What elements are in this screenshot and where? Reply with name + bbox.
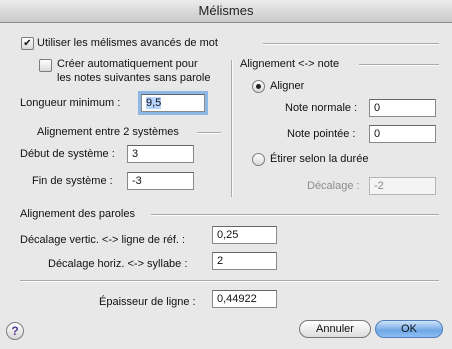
horizontal-offset-input[interactable]: 2 — [212, 252, 277, 270]
align-radio-label: Aligner — [270, 80, 305, 92]
normal-note-input[interactable]: 0 — [369, 99, 436, 117]
line-thickness-input[interactable]: 0,44922 — [212, 290, 277, 308]
cancel-button[interactable]: Annuler — [299, 320, 371, 338]
stretch-radio[interactable] — [252, 153, 265, 166]
min-length-input[interactable]: 9,5 — [138, 91, 208, 115]
advanced-melismas-checkbox[interactable]: ✔ — [21, 37, 34, 50]
help-button[interactable]: ? — [6, 322, 24, 340]
horizontal-offset-label: Décalage horiz. <-> syllabe : — [48, 258, 188, 270]
auto-create-checkbox[interactable] — [39, 59, 52, 72]
normal-note-label: Note normale : — [285, 102, 358, 114]
advanced-melismas-label: Utiliser les mélismes avancés de mot — [37, 37, 218, 49]
system-end-input[interactable]: -3 — [127, 172, 194, 190]
dotted-note-input[interactable]: 0 — [369, 125, 436, 143]
vertical-offset-input[interactable]: 0,25 — [212, 226, 277, 244]
system-start-input[interactable]: 3 — [127, 145, 194, 163]
systems-heading: Alignement entre 2 systèmes — [37, 126, 179, 138]
line-thickness-label: Épaisseur de ligne : — [99, 296, 196, 308]
separator-top — [263, 43, 439, 45]
ok-button[interactable]: OK — [375, 320, 443, 338]
note-align-heading: Alignement <-> note — [240, 58, 340, 70]
align-radio[interactable] — [252, 80, 265, 93]
auto-create-label-line1: Créer automatiquement pour — [57, 58, 198, 70]
auto-create-label-line2: les notes suivantes sans parole — [57, 72, 211, 84]
lyrics-heading: Alignement des paroles — [20, 208, 135, 220]
system-end-label: Fin de système : — [32, 175, 113, 187]
offset-input[interactable]: -2 — [369, 177, 436, 195]
note-align-separator — [359, 64, 439, 66]
min-length-value: 9,5 — [146, 97, 162, 109]
vertical-divider — [231, 60, 233, 197]
dotted-note-label: Note pointée : — [287, 128, 356, 140]
separator-bottom — [20, 280, 439, 282]
stretch-radio-label: Étirer selon la durée — [270, 153, 369, 165]
window-title: Mélismes — [0, 0, 452, 23]
lyrics-separator — [151, 214, 439, 216]
vertical-offset-label: Décalage vertic. <-> ligne de réf. : — [20, 234, 186, 246]
min-length-label: Longueur minimum : — [20, 97, 121, 109]
offset-label: Décalage : — [307, 180, 360, 192]
dialog-window: Mélismes ✔ Utiliser les mélismes avancés… — [0, 0, 452, 349]
systems-separator — [197, 132, 221, 134]
system-start-label: Début de système : — [20, 148, 115, 160]
